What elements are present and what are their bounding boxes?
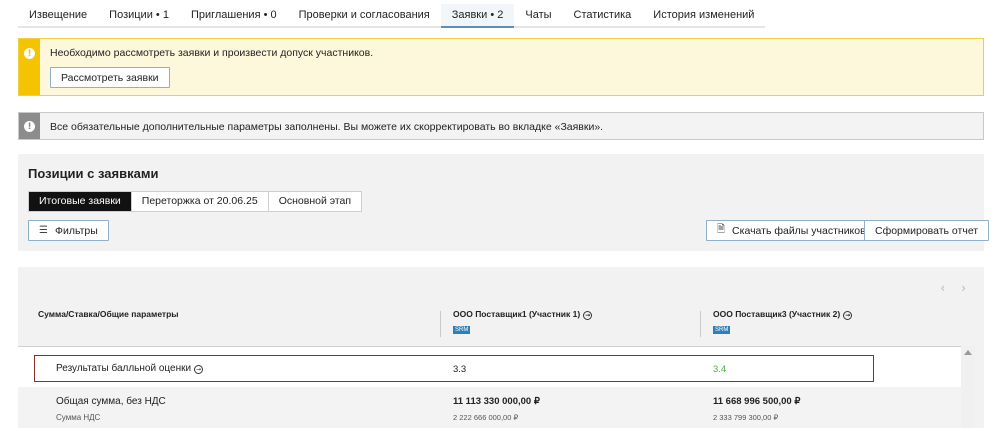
stage-switcher: Итоговые заявки Переторжка от 20.06.25 О… (28, 191, 363, 212)
column-nav: ‹ › (940, 281, 966, 295)
tab-statistics[interactable]: Статистика (562, 4, 643, 28)
arrow-circle-icon[interactable]: → (194, 365, 204, 374)
supplier-1-header: ООО Поставщик1 (Участник 1) → SRM (453, 309, 593, 334)
download-files-button[interactable]: 🗎 Скачать файлы участников (706, 220, 877, 241)
info-text: Все обязательные дополнительные параметр… (50, 121, 604, 133)
tab-bar: Извещение Позиции • 1 Приглашения • 0 Пр… (18, 4, 766, 28)
tab-positions[interactable]: Позиции • 1 (98, 4, 180, 28)
param-header: Сумма/Ставка/Общие параметры (38, 309, 179, 319)
tab-history[interactable]: История изменений (642, 4, 766, 28)
tab-notice[interactable]: Извещение (18, 4, 99, 28)
supplier-1-name[interactable]: ООО Поставщик1 (Участник 1) (453, 309, 580, 319)
supplier-2-score: 3.4 (713, 364, 727, 375)
filters-label: Фильтры (54, 224, 98, 237)
supplier-1-vat: 2 222 666 000,00 ₽ (453, 413, 519, 422)
supplier-2-badge: SRM (713, 326, 731, 334)
tab-chats[interactable]: Чаты (514, 4, 563, 28)
filters-button[interactable]: ☰ Фильтры (28, 220, 109, 241)
arrow-circle-icon[interactable]: → (583, 311, 593, 320)
segment-final-bids[interactable]: Итоговые заявки (29, 192, 132, 211)
table-row: Результаты балльной оценки → 3.3 3.4 (18, 355, 961, 382)
exclamation-icon: ! (24, 48, 35, 59)
column-divider (700, 311, 701, 337)
supplier-1-badge: SRM (453, 326, 471, 334)
scroll-up-icon[interactable] (964, 350, 972, 355)
info-alert: ! Все обязательные дополнительные параме… (18, 112, 984, 140)
arrow-circle-icon[interactable]: → (843, 311, 853, 320)
exclamation-icon: ! (24, 121, 35, 132)
supplier-2-header: ООО Поставщик3 (Участник 2) → SRM (713, 309, 853, 334)
chevron-right-icon[interactable]: › (961, 281, 966, 295)
vat-sum-label: Сумма НДС (56, 413, 101, 422)
download-label: Скачать файлы участников (732, 224, 866, 237)
supplier-1-total: 11 113 330 000,00 ₽ (453, 396, 540, 407)
chevron-left-icon[interactable]: ‹ (940, 281, 945, 295)
score-results-label: Результаты балльной оценки (56, 363, 192, 374)
supplier-2-vat: 2 333 799 300,00 ₽ (713, 413, 779, 422)
scrollbar[interactable] (961, 346, 975, 428)
table-row: Общая сумма, без НДС Сумма НДС 11 113 33… (18, 387, 961, 428)
total-sum-label: Общая сумма, без НДС (56, 396, 166, 407)
positions-panel: Позиции с заявками Итоговые заявки Перет… (18, 154, 990, 251)
info-stripe: ! (19, 113, 40, 139)
file-download-icon: 🗎 (717, 224, 726, 235)
comparison-table: ‹ › Сумма/Ставка/Общие параметры ООО Пос… (18, 267, 984, 428)
supplier-1-score: 3.3 (453, 364, 467, 375)
supplier-2-name[interactable]: ООО Поставщик3 (Участник 2) (713, 309, 840, 319)
tab-invitations[interactable]: Приглашения • 0 (179, 4, 288, 28)
table-body: Результаты балльной оценки → 3.3 3.4 Обща… (18, 346, 961, 428)
positions-title: Позиции с заявками (28, 166, 159, 181)
warning-text: Необходимо рассмотреть заявки и произвес… (50, 47, 374, 59)
warning-alert: ! Необходимо рассмотреть заявки и произв… (18, 38, 984, 96)
segment-main-stage[interactable]: Основной этап (269, 192, 361, 211)
generate-report-button[interactable]: Сформировать отчет (864, 220, 990, 241)
warning-stripe: ! (19, 39, 40, 95)
sliders-icon: ☰ (39, 225, 48, 236)
tab-checks[interactable]: Проверки и согласования (287, 4, 441, 28)
warning-content: Необходимо рассмотреть заявки и произвес… (40, 39, 373, 95)
segment-rebidding[interactable]: Переторжка от 20.06.25 (132, 192, 269, 211)
tab-bids[interactable]: Заявки • 2 (440, 4, 515, 28)
row-label[interactable]: Результаты балльной оценки → (56, 363, 204, 374)
review-bids-button[interactable]: Рассмотреть заявки (50, 67, 170, 88)
supplier-2-total: 11 668 996 500,00 ₽ (713, 396, 801, 407)
column-divider (440, 311, 441, 337)
